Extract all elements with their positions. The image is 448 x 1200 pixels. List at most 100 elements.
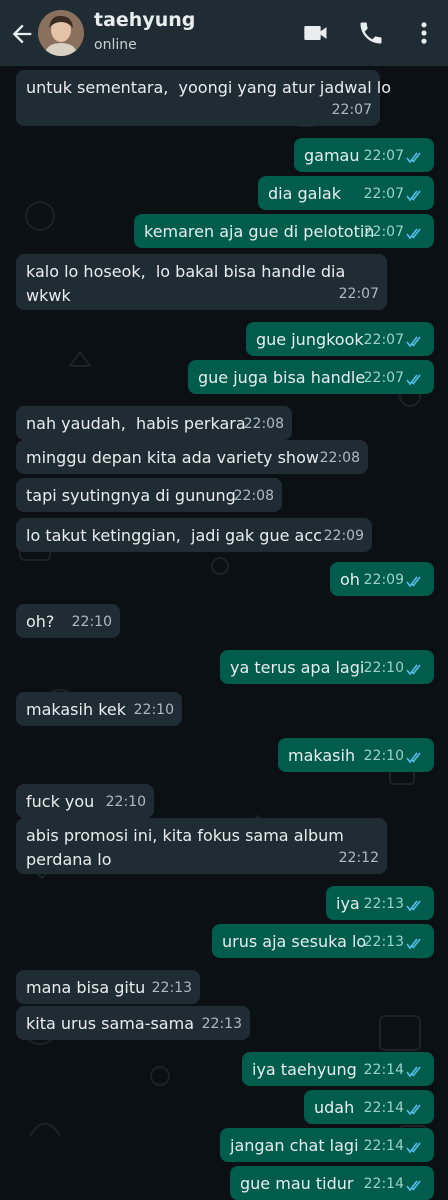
incoming-message[interactable]: makasih kek 22:10: [16, 692, 182, 726]
message-time: 22:14: [363, 1176, 404, 1192]
read-receipt-icon: [406, 752, 421, 764]
outgoing-message[interactable]: gue jungkook 22:07: [246, 322, 434, 356]
message-time: 22:12: [338, 850, 379, 866]
read-receipt-icon: [406, 336, 421, 348]
message-text: makasih kek: [26, 700, 126, 719]
incoming-message[interactable]: abis promosi ini, kita fokus sama album …: [16, 818, 387, 874]
outgoing-message[interactable]: udah 22:14: [304, 1090, 434, 1124]
message-time: 22:07: [363, 148, 404, 164]
message-text: minggu depan kita ada variety show: [26, 448, 319, 467]
contact-status: online: [94, 37, 137, 53]
message-time: 22:10: [363, 660, 404, 676]
message-text: tapi syutingnya di gunung: [26, 486, 236, 505]
outgoing-message[interactable]: urus aja sesuka lo 22:13: [212, 924, 434, 958]
message-time: 22:14: [363, 1062, 404, 1078]
message-text: abis promosi ini, kita fokus sama album …: [26, 826, 344, 869]
message-text: oh: [340, 570, 360, 589]
outgoing-message[interactable]: gamau 22:07: [294, 138, 434, 172]
message-time: 22:07: [363, 224, 404, 240]
outgoing-message[interactable]: gue mau tidur 22:14: [230, 1166, 434, 1200]
message-time: 22:10: [363, 748, 404, 764]
message-text: oh?: [26, 612, 55, 631]
read-receipt-icon: [406, 664, 421, 676]
outgoing-message[interactable]: gue juga bisa handle 22:07: [188, 360, 434, 394]
read-receipt-icon: [406, 938, 421, 950]
message-time: 22:09: [363, 572, 404, 588]
contact-name[interactable]: taehyung: [94, 9, 195, 31]
message-time: 22:08: [233, 488, 274, 504]
message-time: 22:10: [71, 614, 112, 630]
message-time: 22:13: [363, 934, 404, 950]
message-text: fuck you: [26, 792, 95, 811]
message-text: gue mau tidur: [240, 1174, 354, 1193]
message-text: mana bisa gitu: [26, 978, 146, 997]
message-time: 22:13: [363, 896, 404, 912]
incoming-message[interactable]: untuk sementara, yoongi yang atur jadwal…: [16, 70, 391, 126]
outgoing-message[interactable]: dia galak 22:07: [258, 176, 434, 210]
message-text: dia galak: [268, 184, 341, 203]
outgoing-message[interactable]: kemaren aja gue di pelototin 22:07: [134, 214, 434, 248]
outgoing-message[interactable]: makasih 22:10: [278, 738, 434, 772]
message-text: iya: [336, 894, 360, 913]
message-time: 22:14: [363, 1138, 404, 1154]
outgoing-message[interactable]: oh 22:09: [330, 562, 434, 596]
outgoing-message[interactable]: ya terus apa lagi 22:10: [220, 650, 434, 684]
message-time: 22:07: [363, 186, 404, 202]
message-time: 22:13: [151, 980, 192, 996]
message-text: nah yaudah, habis perkara: [26, 414, 246, 433]
message-text: kalo lo hoseok, lo bakal bisa handle dia…: [26, 262, 346, 305]
read-receipt-icon: [406, 576, 421, 588]
read-receipt-icon: [406, 228, 421, 240]
message-text: urus aja sesuka lo: [222, 932, 367, 951]
incoming-message[interactable]: nah yaudah, habis perkara 22:08: [16, 406, 292, 440]
outgoing-message[interactable]: iya taehyung 22:14: [242, 1052, 434, 1086]
message-text: udah: [314, 1098, 355, 1117]
chat-area[interactable]: untuk sementara, yoongi yang atur jadwal…: [0, 66, 448, 1200]
message-time: 22:08: [319, 450, 360, 466]
avatar[interactable]: [38, 10, 84, 56]
arrow-left-icon[interactable]: [8, 20, 36, 48]
incoming-message[interactable]: mana bisa gitu 22:13: [16, 970, 200, 1004]
message-text: gue jungkook: [256, 330, 364, 349]
read-receipt-icon: [406, 1066, 421, 1078]
message-time: 22:10: [105, 794, 146, 810]
message-text: gue juga bisa handle: [198, 368, 366, 387]
message-time: 22:09: [323, 528, 364, 544]
message-time: 22:07: [363, 332, 404, 348]
read-receipt-icon: [406, 1142, 421, 1154]
more-vert-icon[interactable]: [414, 19, 434, 47]
incoming-message[interactable]: kalo lo hoseok, lo bakal bisa handle dia…: [16, 254, 387, 310]
read-receipt-icon: [406, 1180, 421, 1192]
message-text: kita urus sama-sama: [26, 1014, 194, 1033]
message-time: 22:07: [363, 370, 404, 386]
read-receipt-icon: [406, 1104, 421, 1116]
message-text: lo takut ketinggian, jadi gak gue acc: [26, 526, 322, 545]
message-time: 22:08: [243, 416, 284, 432]
message-time: 22:14: [363, 1100, 404, 1116]
message-text: kemaren aja gue di pelototin: [144, 222, 375, 241]
outgoing-message[interactable]: jangan chat lagi 22:14: [220, 1128, 434, 1162]
message-text: jangan chat lagi: [230, 1136, 359, 1155]
message-text: ya terus apa lagi: [230, 658, 365, 677]
message-text: makasih: [288, 746, 356, 765]
outgoing-message[interactable]: iya 22:13: [326, 886, 434, 920]
video-call-icon[interactable]: [302, 19, 330, 47]
message-time: 22:13: [201, 1016, 242, 1032]
message-text: gamau: [304, 146, 360, 165]
message-time: 22:07: [338, 286, 379, 302]
incoming-message[interactable]: tapi syutingnya di gunung 22:08: [16, 478, 282, 512]
incoming-message[interactable]: oh? 22:10: [16, 604, 120, 638]
message-time: 22:07: [331, 102, 372, 118]
message-time: 22:10: [133, 702, 174, 718]
chat-header: taehyung online: [0, 0, 448, 66]
read-receipt-icon: [406, 374, 421, 386]
incoming-message[interactable]: kita urus sama-sama 22:13: [16, 1006, 250, 1040]
incoming-message[interactable]: fuck you 22:10: [16, 784, 154, 818]
incoming-message[interactable]: lo takut ketinggian, jadi gak gue acc 22:…: [16, 518, 372, 552]
read-receipt-icon: [406, 190, 421, 202]
incoming-message[interactable]: minggu depan kita ada variety show 22:08: [16, 440, 368, 474]
message-text: iya taehyung: [252, 1060, 357, 1079]
message-text: untuk sementara, yoongi yang atur jadwal…: [26, 78, 391, 97]
read-receipt-icon: [406, 152, 421, 164]
phone-icon[interactable]: [357, 19, 385, 47]
